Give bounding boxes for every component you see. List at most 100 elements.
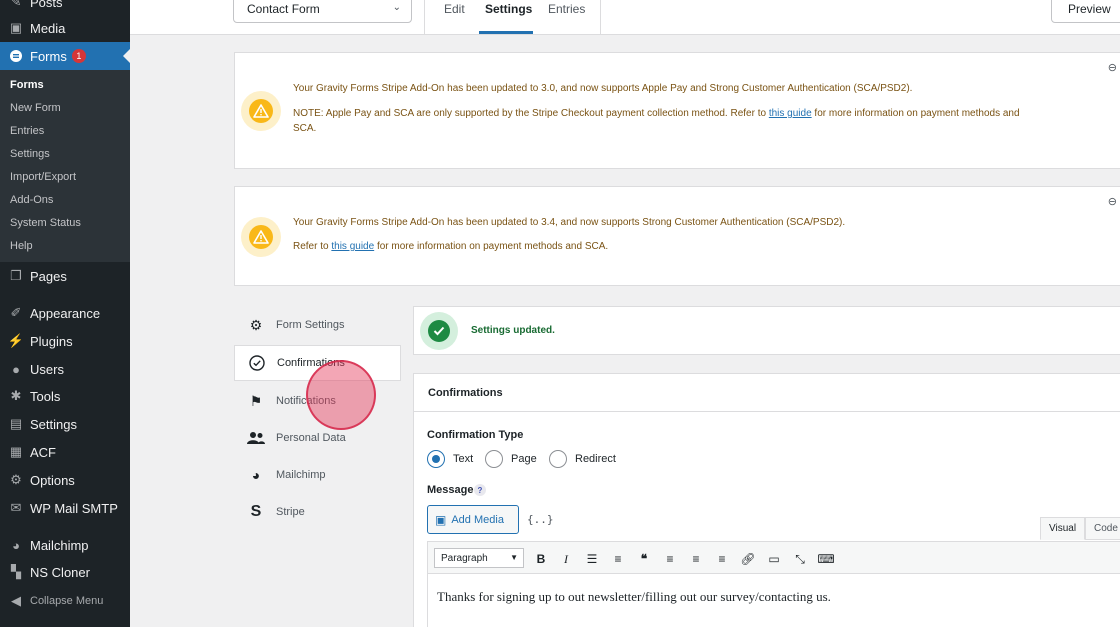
sidebar-item-acf[interactable]: ▦ ACF: [0, 438, 130, 466]
stripe-update-notice-1: Your Gravity Forms Stripe Add-On has bee…: [234, 52, 1120, 169]
align-right-icon[interactable]: ≡: [714, 551, 730, 567]
users-icon: ●: [12, 361, 20, 377]
format-select[interactable]: Paragraph ▼: [434, 548, 524, 568]
chevron-down-icon: ⌄: [392, 2, 401, 13]
wrench-icon: ✱: [10, 388, 22, 403]
blockquote-icon[interactable]: ❝: [636, 551, 652, 567]
tab-settings[interactable]: Settings: [485, 2, 532, 16]
radio-circle: [549, 450, 567, 468]
editor-tab-visual[interactable]: Visual: [1040, 517, 1086, 540]
read-more-icon[interactable]: ▭: [766, 551, 782, 567]
form-switcher-value: Contact Form: [247, 1, 320, 16]
submenu-new-form[interactable]: New Form: [10, 102, 61, 114]
radio-text[interactable]: Text: [427, 450, 473, 468]
sidebar-item-forms[interactable]: Forms 1: [0, 42, 130, 70]
radio-circle: [427, 450, 445, 468]
bold-icon[interactable]: B: [533, 551, 549, 567]
italic-icon[interactable]: I: [558, 551, 574, 567]
settings-nav-label: Form Settings: [276, 319, 345, 331]
panel-header: Confirmations: [414, 374, 1120, 412]
settings-nav-form-settings[interactable]: ⚙ Form Settings: [234, 307, 401, 343]
sidebar-item-users[interactable]: ● Users: [0, 355, 130, 383]
settings-nav-personal-data[interactable]: Personal Data: [234, 420, 401, 456]
submenu-import-export[interactable]: Import/Export: [10, 171, 76, 183]
add-media-button[interactable]: ▣ Add Media: [427, 505, 519, 534]
submenu-add-ons[interactable]: Add-Ons: [10, 194, 53, 206]
sidebar-item-appearance[interactable]: ✐ Appearance: [0, 299, 130, 327]
confirmations-panel: Confirmations Confirmation Type Text Pag…: [413, 373, 1120, 627]
editor-toolbar: Paragraph ▼ B I ☰ ≡ ❝ ≡ ≡ ≡ 🔗︎ ▭ ⤡ ⌨: [427, 541, 1120, 574]
submenu-system-status[interactable]: System Status: [10, 217, 81, 229]
link-icon[interactable]: 🔗︎: [740, 551, 756, 567]
toolbar-divider: [424, 0, 425, 35]
align-left-icon[interactable]: ≡: [662, 551, 678, 567]
notification-badge: 1: [71, 49, 86, 63]
sidebar-item-label: Posts: [30, 0, 63, 10]
settings-updated-banner: Settings updated.: [413, 306, 1120, 355]
active-tab-underline: [479, 31, 533, 34]
tab-entries[interactable]: Entries: [548, 2, 585, 16]
sidebar-item-label: Mailchimp: [30, 537, 89, 553]
preview-button[interactable]: Preview: [1051, 0, 1120, 23]
keyboard-icon[interactable]: ⌨: [817, 551, 834, 567]
sidebar-item-label: WP Mail SMTP: [30, 500, 118, 516]
notice-text-segment: for more information on payment methods …: [374, 241, 609, 252]
sidebar-item-pages[interactable]: ❐ Pages: [0, 262, 130, 290]
brush-icon: ✐: [10, 305, 22, 320]
cloner-icon: ▚: [11, 564, 21, 579]
notice-text-segment: for more information on payment methods …: [811, 108, 1020, 119]
submenu-help[interactable]: Help: [10, 240, 33, 252]
sidebar-item-label: Pages: [30, 268, 67, 284]
stripe-update-notice-2: Your Gravity Forms Stripe Add-On has bee…: [234, 186, 1120, 286]
bullet-list-icon[interactable]: ☰: [584, 551, 600, 567]
merge-tag-button[interactable]: {..}: [527, 513, 554, 526]
sidebar-item-label: Settings: [30, 416, 77, 432]
sidebar-item-wp-mail-smtp[interactable]: ✉ WP Mail SMTP: [0, 494, 130, 522]
tab-edit[interactable]: Edit: [444, 2, 465, 16]
mail-icon: ✉: [10, 500, 22, 515]
warning-icon: [241, 91, 281, 131]
collapse-menu-button[interactable]: ◀ Collapse Menu: [0, 587, 130, 615]
sidebar-item-label: Media: [30, 20, 66, 36]
submenu-entries[interactable]: Entries: [10, 125, 44, 137]
radio-page[interactable]: Page: [485, 450, 537, 468]
mailchimp-icon: ◕: [251, 467, 261, 483]
settings-nav-stripe[interactable]: S Stripe: [234, 494, 401, 530]
settings-nav-label: Stripe: [276, 506, 305, 518]
sidebar-item-label: ACF: [30, 444, 56, 460]
pin-icon: ✎: [10, 0, 22, 9]
notice-message: Your Gravity Forms Stripe Add-On has bee…: [293, 215, 1093, 254]
success-check-icon: [420, 312, 458, 350]
sidebar-item-plugins[interactable]: ⚡ Plugins: [0, 327, 130, 355]
numbered-list-icon[interactable]: ≡: [610, 551, 626, 567]
active-indicator: [123, 49, 130, 63]
radio-redirect[interactable]: Redirect: [549, 450, 616, 468]
help-icon[interactable]: ?: [474, 484, 486, 496]
sidebar-item-settings[interactable]: ▤ Settings: [0, 410, 130, 438]
editor-tab-code[interactable]: Code: [1085, 517, 1120, 540]
forms-submenu: Forms New Form Entries Settings Import/E…: [0, 70, 130, 262]
sidebar-item-media[interactable]: ▣ Media: [0, 14, 130, 42]
dismiss-icon[interactable]: ⊖: [1108, 195, 1117, 208]
guide-link[interactable]: this guide: [769, 108, 812, 119]
admin-sidebar: ✎ Posts ▣ Media Forms 1 Forms New Form E…: [0, 0, 130, 627]
forms-icon: [8, 48, 24, 64]
align-center-icon[interactable]: ≡: [688, 551, 704, 567]
fullscreen-icon[interactable]: ⤡: [792, 551, 808, 567]
form-toolbar: Contact Form ⌄ Edit Settings Entries Pre…: [130, 0, 1120, 35]
notice-line: Your Gravity Forms Stripe Add-On has bee…: [293, 217, 846, 228]
sidebar-item-ns-cloner[interactable]: ▚ NS Cloner: [0, 558, 130, 586]
form-switcher-select[interactable]: Contact Form ⌄: [233, 0, 412, 23]
dismiss-icon[interactable]: ⊖: [1108, 61, 1117, 74]
message-editor[interactable]: Thanks for signing up to out newsletter/…: [427, 573, 1120, 627]
sidebar-item-tools[interactable]: ✱ Tools: [0, 382, 130, 410]
sidebar-item-mailchimp[interactable]: ◕ Mailchimp: [0, 531, 130, 559]
message-label: Message: [427, 484, 474, 496]
guide-link[interactable]: this guide: [331, 241, 374, 252]
sidebar-item-options[interactable]: ⚙ Options: [0, 466, 130, 494]
notice-message: Your Gravity Forms Stripe Add-On has bee…: [293, 81, 1093, 136]
notice-line: Refer to this guide for more information…: [293, 239, 1093, 254]
submenu-settings[interactable]: Settings: [10, 148, 50, 160]
submenu-forms[interactable]: Forms: [10, 79, 44, 91]
settings-nav-mailchimp[interactable]: ◕ Mailchimp: [234, 457, 401, 493]
